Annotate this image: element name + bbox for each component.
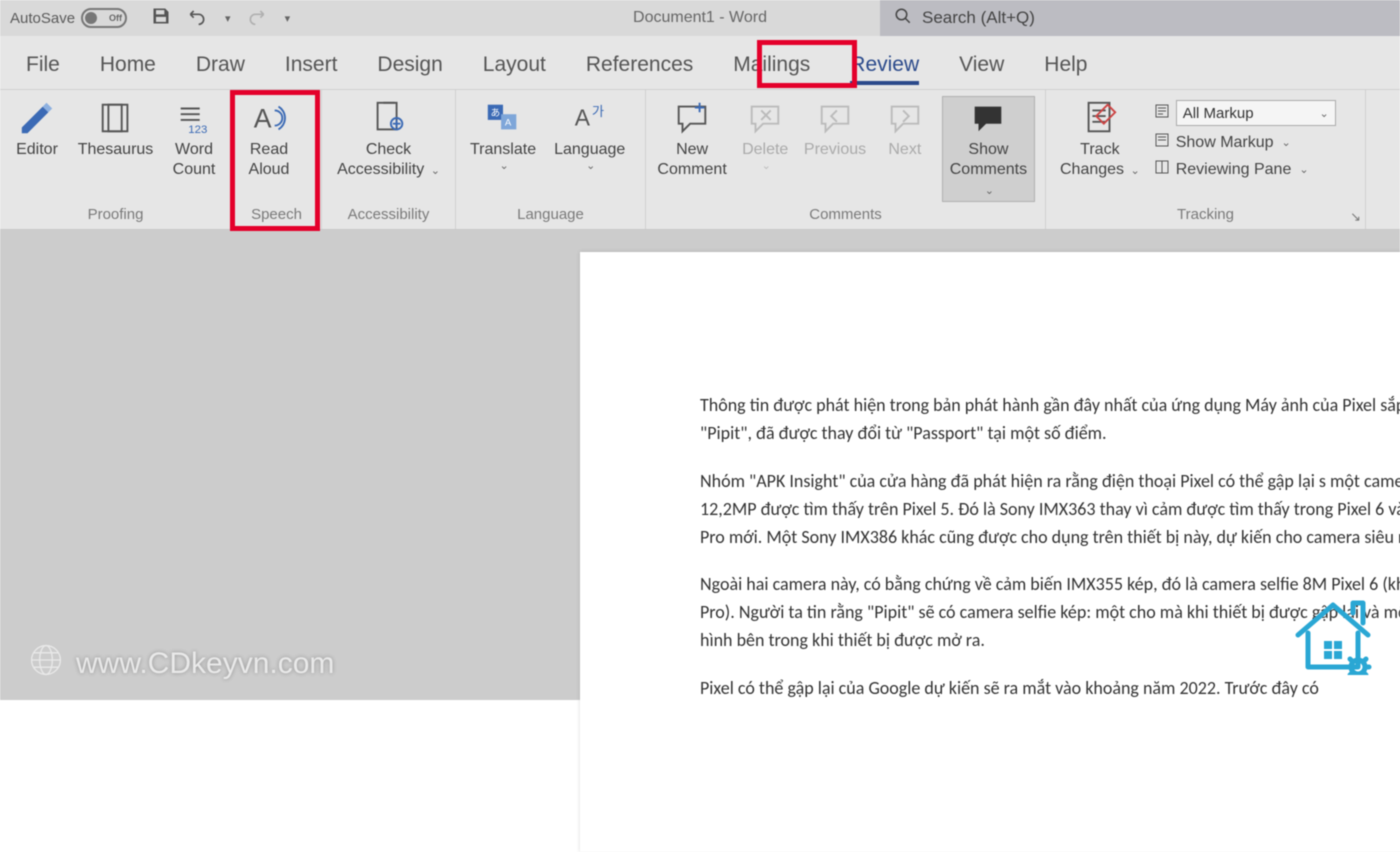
house-logo-icon bbox=[1288, 595, 1378, 680]
delete-comment-button: Delete ⌄ bbox=[738, 96, 792, 176]
watermark: www.CDkeyvn.com bbox=[28, 642, 334, 686]
chevron-down-icon: ⌄ bbox=[431, 165, 440, 177]
tab-review[interactable]: Review bbox=[830, 43, 939, 89]
group-label-tracking: Tracking bbox=[1056, 202, 1355, 229]
language-icon: A가 bbox=[570, 98, 610, 138]
tab-home[interactable]: Home bbox=[80, 43, 176, 89]
delete-comment-icon bbox=[745, 98, 785, 138]
show-markup-button[interactable]: Show Markup ⌄ bbox=[1154, 132, 1336, 153]
track-changes-icon bbox=[1080, 98, 1120, 138]
editor-button[interactable]: Editor bbox=[10, 96, 64, 162]
accessibility-icon bbox=[369, 98, 409, 138]
show-comments-button[interactable]: Show Comments ⌄ bbox=[942, 96, 1035, 202]
autosave-toggle[interactable]: AutoSave Off bbox=[0, 8, 137, 28]
tab-help[interactable]: Help bbox=[1024, 43, 1107, 89]
paragraph[interactable]: Thông tin được phát hiện trong bản phát … bbox=[700, 392, 1400, 448]
save-icon[interactable] bbox=[151, 6, 171, 30]
watermark-text: www.CDkeyvn.com bbox=[76, 647, 334, 681]
group-label-accessibility: Accessibility bbox=[332, 202, 445, 229]
translate-icon: あA bbox=[483, 98, 523, 138]
svg-text:A: A bbox=[505, 118, 512, 129]
language-button[interactable]: A가 Language ⌄ bbox=[550, 96, 629, 176]
undo-icon[interactable] bbox=[187, 6, 207, 30]
quick-access-toolbar: ▾ ▾ bbox=[137, 6, 304, 30]
tab-references[interactable]: References bbox=[566, 43, 713, 89]
check-accessibility-button[interactable]: Check Accessibility ⌄ bbox=[333, 96, 444, 182]
document-title: Document1 - Word bbox=[633, 9, 767, 27]
read-aloud-icon: A bbox=[249, 98, 289, 138]
chevron-down-icon: ⌄ bbox=[586, 160, 595, 174]
group-accessibility: Check Accessibility ⌄ Accessibility bbox=[322, 90, 456, 229]
reviewing-pane-icon bbox=[1154, 159, 1170, 180]
chevron-down-icon: ⌄ bbox=[985, 185, 994, 197]
show-markup-icon bbox=[1154, 132, 1170, 153]
autosave-switch-off[interactable]: Off bbox=[81, 8, 127, 28]
tab-file[interactable]: File bbox=[6, 43, 80, 89]
group-comments: New Comment Delete ⌄ Previous Next Show … bbox=[646, 90, 1046, 229]
ribbon-tabs: File Home Draw Insert Design Layout Refe… bbox=[0, 36, 1400, 90]
translate-button[interactable]: あA Translate ⌄ bbox=[466, 96, 540, 176]
group-proofing: Editor Thesaurus 123 Word Count Proofing bbox=[0, 90, 232, 229]
svg-text:가: 가 bbox=[592, 104, 604, 119]
markup-display-select[interactable]: All Markup⌄ bbox=[1154, 100, 1336, 126]
word-count-icon: 123 bbox=[174, 98, 214, 138]
tab-layout[interactable]: Layout bbox=[463, 43, 566, 89]
group-label-comments: Comments bbox=[656, 202, 1035, 229]
group-label-proofing: Proofing bbox=[10, 202, 221, 229]
group-language: あA Translate ⌄ A가 Language ⌄ Language bbox=[456, 90, 646, 229]
group-label-speech: Speech bbox=[242, 202, 311, 229]
new-comment-icon bbox=[672, 98, 712, 138]
ribbon: Editor Thesaurus 123 Word Count Proofing… bbox=[0, 90, 1400, 230]
qat-customize-icon[interactable]: ▾ bbox=[285, 12, 291, 25]
reviewing-pane-button[interactable]: Reviewing Pane ⌄ bbox=[1154, 159, 1336, 180]
group-tracking: Track Changes ⌄ All Markup⌄ Show Markup … bbox=[1046, 90, 1366, 229]
search-placeholder: Search (Alt+Q) bbox=[922, 8, 1035, 28]
editor-icon bbox=[17, 98, 57, 138]
tab-design[interactable]: Design bbox=[357, 43, 462, 89]
read-aloud-button[interactable]: A Read Aloud bbox=[242, 96, 296, 182]
chevron-down-icon: ⌄ bbox=[762, 160, 771, 174]
show-comments-icon bbox=[968, 98, 1008, 138]
svg-text:A: A bbox=[575, 105, 591, 131]
tab-draw[interactable]: Draw bbox=[176, 43, 265, 89]
new-comment-button[interactable]: New Comment bbox=[656, 96, 728, 182]
chevron-down-icon: ⌄ bbox=[1282, 136, 1291, 149]
markup-mini-icon bbox=[1154, 103, 1170, 124]
autosave-label: AutoSave bbox=[10, 10, 75, 27]
chevron-down-icon: ⌄ bbox=[1299, 163, 1308, 176]
paragraph[interactable]: Nhóm "APK Insight" của cửa hàng đã phát … bbox=[700, 468, 1400, 552]
document-page[interactable]: Thông tin được phát hiện trong bản phát … bbox=[580, 252, 1400, 852]
thesaurus-button[interactable]: Thesaurus bbox=[74, 96, 157, 162]
group-speech: A Read Aloud Speech bbox=[232, 90, 322, 229]
previous-comment-button: Previous bbox=[802, 96, 868, 162]
title-bar: AutoSave Off ▾ ▾ Document1 - Word Search… bbox=[0, 0, 1400, 36]
tracking-dialog-launcher-icon[interactable]: ↘ bbox=[1350, 209, 1361, 225]
svg-text:A: A bbox=[254, 104, 272, 134]
svg-text:あ: あ bbox=[491, 108, 501, 119]
tab-mailings[interactable]: Mailings bbox=[713, 43, 830, 89]
thesaurus-icon bbox=[96, 98, 136, 138]
previous-comment-icon bbox=[815, 98, 855, 138]
undo-dropdown-icon[interactable]: ▾ bbox=[225, 12, 231, 25]
search-box[interactable]: Search (Alt+Q) bbox=[880, 0, 1400, 36]
document-area: Thông tin được phát hiện trong bản phát … bbox=[0, 230, 1400, 700]
redo-icon[interactable] bbox=[247, 6, 267, 30]
tab-insert[interactable]: Insert bbox=[265, 43, 358, 89]
chevron-down-icon: ⌄ bbox=[1320, 107, 1329, 120]
group-label-language: Language bbox=[466, 202, 635, 229]
word-count-button[interactable]: 123 Word Count bbox=[167, 96, 221, 182]
svg-text:123: 123 bbox=[188, 124, 207, 136]
chevron-down-icon: ⌄ bbox=[1131, 165, 1140, 177]
next-comment-icon bbox=[885, 98, 925, 138]
track-changes-button[interactable]: Track Changes ⌄ bbox=[1056, 96, 1144, 182]
tab-view[interactable]: View bbox=[939, 43, 1024, 89]
chevron-down-icon: ⌄ bbox=[499, 160, 508, 174]
globe-icon bbox=[28, 642, 64, 686]
next-comment-button: Next bbox=[878, 96, 932, 162]
search-icon bbox=[894, 7, 912, 30]
